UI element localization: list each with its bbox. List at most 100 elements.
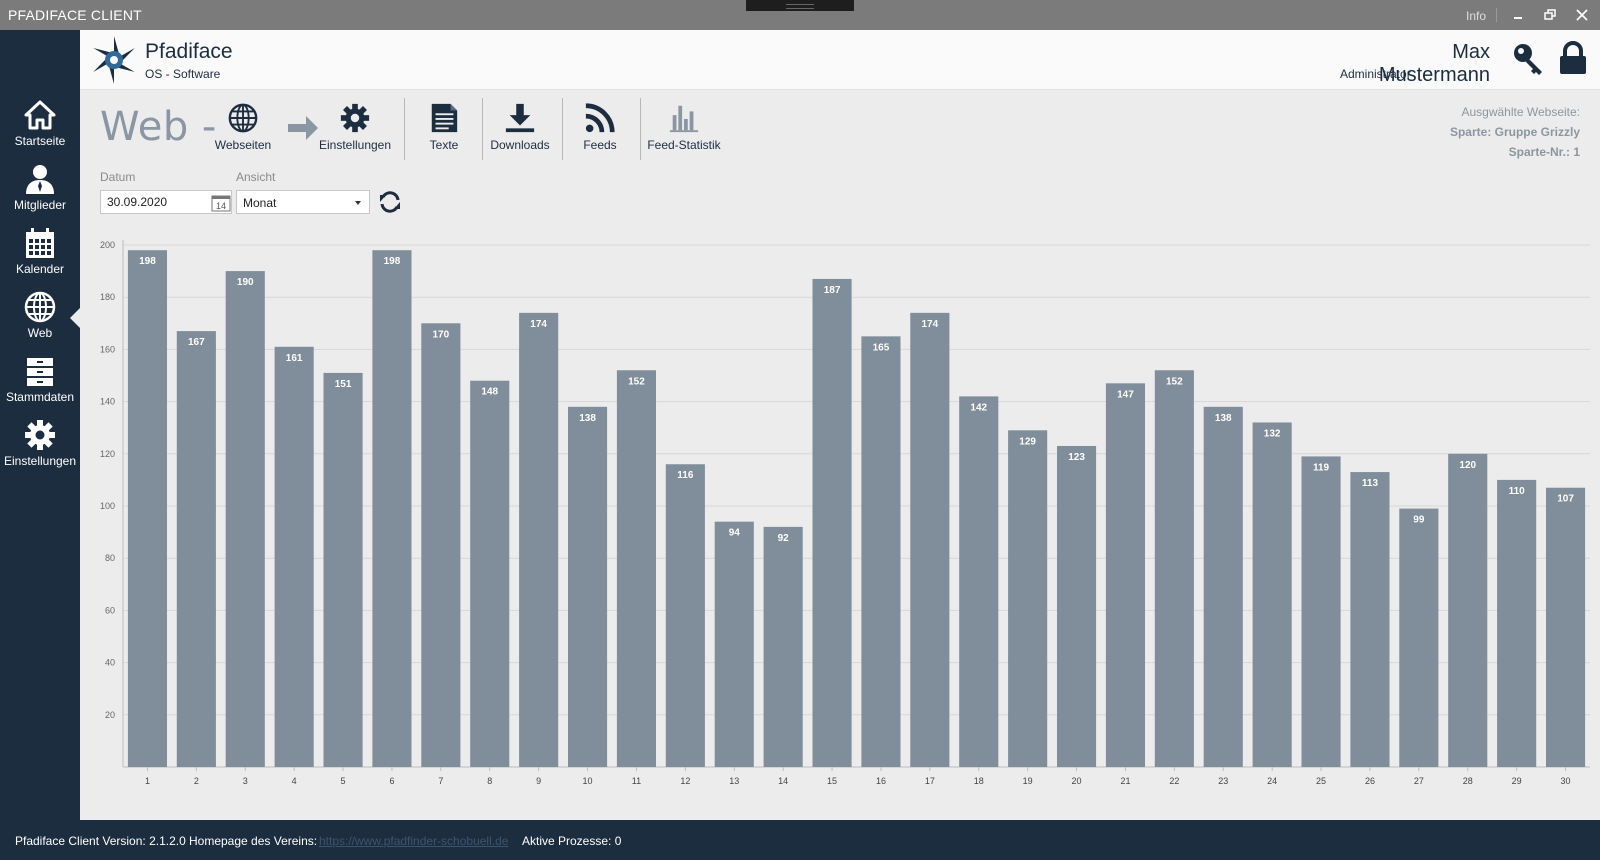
active-processes: Aktive Prozesse: 0 xyxy=(522,834,622,848)
chart-bar xyxy=(1252,422,1292,767)
tool-label: Feed-Statistik xyxy=(647,138,721,152)
feeds-button[interactable]: Feeds xyxy=(568,102,632,160)
chart-bar xyxy=(861,336,901,767)
bar-value-label: 92 xyxy=(778,533,790,544)
bar-value-label: 99 xyxy=(1413,515,1425,526)
chart-bar xyxy=(1008,430,1048,767)
bar-value-label: 116 xyxy=(677,470,694,481)
info-link[interactable]: Info xyxy=(1466,9,1486,23)
toolbar-divider xyxy=(562,98,563,160)
key-icon[interactable] xyxy=(1512,42,1546,76)
bar-value-label: 152 xyxy=(628,376,645,387)
x-tick-label: 27 xyxy=(1414,776,1424,786)
feed-statistik-button[interactable]: Feed-Statistik xyxy=(646,102,722,160)
restore-button[interactable] xyxy=(1540,5,1560,25)
x-tick-label: 20 xyxy=(1072,776,1082,786)
y-tick-label: 60 xyxy=(105,605,115,615)
webseiten-button[interactable]: Webseiten xyxy=(212,102,274,160)
home-icon xyxy=(24,100,56,130)
chart-bar xyxy=(421,323,461,767)
chart-bar xyxy=(567,406,608,767)
chart-bar xyxy=(470,380,510,767)
y-tick-label: 100 xyxy=(100,501,115,511)
x-tick-label: 10 xyxy=(583,776,593,786)
sidebar-item-einstellungen[interactable]: Einstellungen xyxy=(0,414,80,478)
sidebar-item-web[interactable]: Web xyxy=(0,286,80,350)
view-select[interactable]: Monat xyxy=(236,190,370,214)
brand-subtitle: OS - Software xyxy=(145,67,221,81)
close-button[interactable] xyxy=(1572,5,1592,25)
x-tick-label: 13 xyxy=(729,776,739,786)
sidebar-item-kalender[interactable]: Kalender xyxy=(0,222,80,286)
sidebar-item-label: Einstellungen xyxy=(3,454,77,468)
x-tick-label: 25 xyxy=(1316,776,1326,786)
rss-icon xyxy=(585,103,615,133)
sidebar-item-stammdaten[interactable]: Stammdaten xyxy=(0,350,80,414)
chart-bar xyxy=(1545,487,1586,767)
minimize-icon xyxy=(1514,17,1522,19)
y-tick-label: 160 xyxy=(100,344,115,354)
drag-handle[interactable] xyxy=(746,0,854,11)
calendar-picker-icon[interactable]: 14 xyxy=(211,194,231,212)
texte-button[interactable]: Texte xyxy=(414,102,474,160)
bar-value-label: 110 xyxy=(1509,486,1526,497)
homepage-label: Homepage des Vereins: xyxy=(189,834,318,848)
tool-label: Feeds xyxy=(583,138,617,152)
chart-bar xyxy=(1399,508,1439,767)
x-tick-label: 24 xyxy=(1267,776,1277,786)
tool-label: Webseiten xyxy=(214,138,272,152)
x-tick-label: 11 xyxy=(632,776,641,786)
chart-bar xyxy=(763,526,803,767)
refresh-icon[interactable] xyxy=(378,190,402,214)
x-tick-label: 18 xyxy=(974,776,984,786)
close-icon xyxy=(1576,9,1588,21)
calendar-icon xyxy=(26,228,54,258)
bar-value-label: 107 xyxy=(1557,494,1574,505)
sidebar-item-startseite[interactable]: Startseite xyxy=(0,94,80,158)
homepage-link[interactable]: https://www.pfadfinder-schobuell.de xyxy=(319,834,508,848)
pfadiface-logo-icon xyxy=(93,36,135,84)
x-tick-label: 17 xyxy=(925,776,935,786)
sparte-nr-label: Sparte-Nr.: 1 xyxy=(1508,145,1580,159)
x-tick-label: 6 xyxy=(389,776,394,786)
bar-value-label: 120 xyxy=(1459,460,1476,471)
document-icon xyxy=(431,103,458,133)
window-titlebar: PFADIFACE CLIENT Info xyxy=(0,0,1600,30)
chart-bar xyxy=(1350,472,1390,767)
chart-bar xyxy=(1203,406,1243,767)
sidebar-item-label: Startseite xyxy=(14,134,66,148)
bar-value-label: 198 xyxy=(384,256,401,267)
toolbar-divider xyxy=(640,98,641,160)
minimize-button[interactable] xyxy=(1508,5,1528,25)
chart-bar xyxy=(665,464,705,767)
sidebar: Startseite Mitglieder Kalender Web Stamm… xyxy=(0,30,80,820)
x-tick-label: 23 xyxy=(1218,776,1228,786)
chart-bar xyxy=(127,250,168,768)
bar-value-label: 170 xyxy=(433,329,450,340)
y-tick-label: 40 xyxy=(105,658,115,668)
chart-bar xyxy=(714,521,754,767)
x-tick-label: 14 xyxy=(778,776,788,786)
y-tick-label: 120 xyxy=(100,449,115,459)
lock-icon[interactable] xyxy=(1558,41,1588,75)
x-tick-label: 28 xyxy=(1463,776,1473,786)
bar-value-label: 142 xyxy=(970,402,987,413)
bar-value-label: 198 xyxy=(139,256,156,267)
y-tick-label: 200 xyxy=(100,240,115,250)
titlebar-divider xyxy=(1496,8,1497,22)
einstellungen-button[interactable]: Einstellungen xyxy=(318,102,392,160)
downloads-button[interactable]: Downloads xyxy=(482,102,558,160)
x-tick-label: 30 xyxy=(1561,776,1571,786)
brand-name: Pfadiface xyxy=(145,40,233,63)
version-text: Pfadiface Client Version: 2.1.2.0 xyxy=(15,834,186,848)
sparte-label: Sparte: Gruppe Grizzly xyxy=(1449,125,1580,139)
x-tick-label: 12 xyxy=(680,776,690,786)
restore-icon xyxy=(1544,9,1556,20)
date-label: Datum xyxy=(100,170,136,184)
user-icon xyxy=(26,165,54,194)
x-tick-label: 3 xyxy=(243,776,248,786)
x-tick-label: 1 xyxy=(145,776,150,786)
chart-bar xyxy=(225,271,265,767)
bar-value-label: 151 xyxy=(335,379,352,390)
sidebar-item-mitglieder[interactable]: Mitglieder xyxy=(0,158,80,222)
